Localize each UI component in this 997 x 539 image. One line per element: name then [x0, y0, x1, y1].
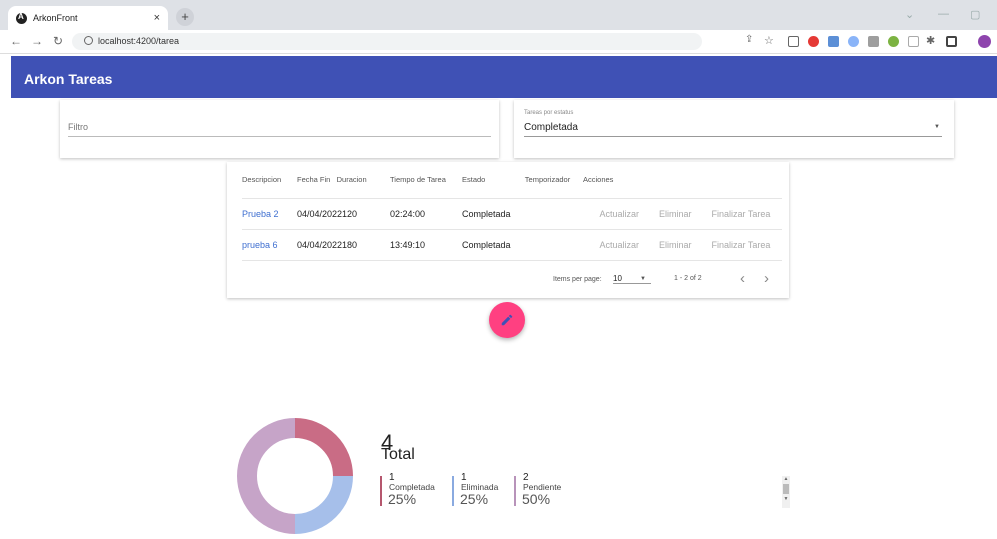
status-card: Tareas por estatus Completada ▼ — [514, 100, 954, 158]
tasks-table: Descripcion Fecha Fin Duracion Tiempo de… — [242, 162, 782, 261]
scroll-thumb[interactable] — [783, 484, 789, 494]
delete-button[interactable]: Eliminar — [659, 209, 692, 219]
column-header: Temporizador — [512, 162, 583, 199]
task-description-link[interactable]: prueba 6 — [242, 229, 297, 261]
scroll-down-icon[interactable]: ▼ — [782, 496, 790, 502]
minimize-icon[interactable]: — — [938, 8, 949, 20]
task-time: 02:24:00 — [390, 198, 462, 230]
browser-tab-strip: ArkonFront × + ⌄ — ▢ — [0, 0, 997, 30]
extension-icon[interactable] — [868, 36, 879, 47]
edit-fab-button[interactable] — [489, 302, 525, 338]
share-icon[interactable]: ⇪ — [745, 34, 753, 45]
delete-button[interactable]: Eliminar — [659, 240, 692, 250]
app-toolbar: Arkon Tareas — [11, 56, 997, 98]
donut-slice-pendiente — [237, 418, 296, 534]
extension-icon[interactable] — [788, 36, 799, 47]
table-header-row: Descripcion Fecha Fin Duracion Tiempo de… — [242, 162, 782, 199]
legend-percent: 25% — [460, 491, 489, 507]
angular-favicon-icon — [16, 12, 27, 24]
finish-task-button[interactable]: Finalizar Tarea — [712, 209, 771, 219]
legend-item-eliminada: 1 Eliminada 25% — [452, 472, 498, 507]
column-header: Tiempo de Tarea — [390, 162, 462, 199]
previous-page-icon[interactable]: ‹ — [740, 270, 745, 287]
filter-underline — [68, 136, 491, 137]
column-header: Acciones — [583, 162, 647, 199]
legend-item-completada: 1 Completada 25% — [380, 472, 435, 507]
extension-icon[interactable] — [848, 36, 859, 47]
filter-input[interactable]: Filtro — [68, 122, 88, 132]
extension-icon[interactable] — [888, 36, 899, 47]
legend-item-pendiente: 2 Pendiente 50% — [514, 472, 561, 507]
task-date-duration: 04/04/2022180 — [297, 229, 390, 261]
column-header: Estado — [462, 162, 512, 199]
update-button[interactable]: Actualizar — [583, 198, 647, 230]
legend-percent: 50% — [522, 491, 551, 507]
extension-icon[interactable] — [908, 36, 919, 47]
column-header: Fecha Fin Duracion — [297, 162, 390, 199]
task-status: Completada — [462, 229, 583, 261]
table-row: Prueba 2 04/04/2022120 02:24:00 Completa… — [242, 198, 782, 230]
back-icon[interactable]: ← — [10, 34, 22, 48]
next-page-icon[interactable]: › — [764, 270, 769, 287]
side-panel-icon[interactable] — [946, 36, 957, 47]
filter-card: Filtro — [60, 100, 499, 158]
task-status: Completada — [462, 198, 583, 230]
items-per-page-label: Items per page: — [553, 276, 602, 283]
column-header: Descripcion — [242, 162, 297, 199]
donut-slice-eliminada — [294, 475, 353, 534]
dropdown-arrow-icon[interactable]: ▼ — [934, 124, 940, 130]
update-button[interactable]: Actualizar — [583, 229, 647, 261]
status-select[interactable]: Completada — [524, 122, 578, 133]
range-label: 1 - 2 of 2 — [674, 275, 702, 282]
dropdown-arrow-icon[interactable]: ▼ — [640, 276, 646, 282]
forward-icon[interactable]: → — [31, 34, 43, 48]
browser-tab[interactable]: ArkonFront × — [8, 6, 168, 30]
url-field[interactable]: localhost:4200/tarea — [72, 33, 702, 50]
scroll-up-icon[interactable]: ▲ — [782, 476, 790, 482]
address-bar-row: ← → ↻ localhost:4200/tarea ⇪ ☆ ✱ — [0, 30, 997, 54]
tab-title: ArkonFront — [33, 13, 78, 23]
paginator: Items per page: 10 ▼ 1 - 2 of 2 ‹ › — [227, 262, 789, 298]
profile-avatar-icon[interactable] — [978, 35, 991, 48]
status-select-label: Tareas por estatus — [524, 110, 574, 116]
task-date-duration: 04/04/2022120 — [297, 198, 390, 230]
legend-color-bar — [452, 476, 454, 506]
site-info-icon[interactable] — [84, 36, 93, 45]
status-donut-chart — [237, 418, 353, 534]
app-title: Arkon Tareas — [24, 71, 113, 87]
donut-slice-completada — [294, 418, 353, 477]
legend-percent: 25% — [388, 491, 417, 507]
status-select-underline — [524, 136, 942, 137]
extension-icon[interactable] — [828, 36, 839, 47]
tab-search-icon[interactable]: ⌄ — [905, 8, 914, 21]
legend-color-bar — [380, 476, 382, 506]
scrollbar[interactable]: ▲ ▼ — [782, 476, 790, 508]
url-text: localhost:4200/tarea — [98, 36, 180, 46]
bookmark-star-icon[interactable]: ☆ — [764, 34, 774, 47]
table-row: prueba 6 04/04/2022180 13:49:10 Completa… — [242, 229, 782, 261]
task-time: 13:49:10 — [390, 229, 462, 261]
total-label: Total — [381, 446, 415, 463]
task-description-link[interactable]: Prueba 2 — [242, 198, 297, 230]
extension-icon[interactable] — [808, 36, 819, 47]
extensions-puzzle-icon[interactable]: ✱ — [926, 34, 935, 47]
tab-close-icon[interactable]: × — [154, 12, 160, 24]
reload-icon[interactable]: ↻ — [53, 34, 63, 48]
new-tab-button[interactable]: + — [176, 8, 194, 26]
maximize-icon[interactable]: ▢ — [970, 8, 980, 21]
finish-task-button[interactable]: Finalizar Tarea — [712, 240, 771, 250]
legend-color-bar — [514, 476, 516, 506]
pencil-icon — [501, 314, 513, 326]
tasks-table-card: Descripcion Fecha Fin Duracion Tiempo de… — [227, 162, 789, 298]
